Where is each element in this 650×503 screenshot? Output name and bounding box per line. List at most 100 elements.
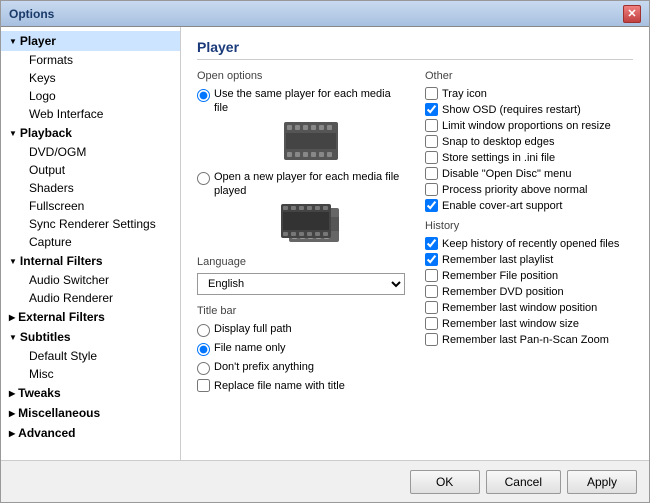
checkbox-disable-open-disc-option: Disable "Open Disc" menu	[425, 167, 633, 180]
checkbox-tray-icon-label: Tray icon	[442, 88, 487, 100]
checkbox-store-settings-label: Store settings in .ini file	[442, 152, 555, 164]
sidebar-group-label: Tweaks	[18, 386, 60, 400]
checkbox-remember-window-size[interactable]	[425, 317, 438, 330]
checkbox-show-osd-label: Show OSD (requires restart)	[442, 104, 581, 116]
checkbox-remember-file-position-label: Remember File position	[442, 270, 558, 282]
expand-icon: ▶	[9, 429, 15, 438]
sidebar-item-syncrenderer[interactable]: Sync Renderer Settings	[1, 215, 180, 233]
sidebar-group-label: Internal Filters	[20, 254, 103, 268]
history-section: History Keep history of recently opened …	[425, 220, 633, 346]
panel-title: Player	[197, 39, 633, 60]
radio-dont-prefix[interactable]	[197, 362, 210, 375]
checkbox-limit-window[interactable]	[425, 119, 438, 132]
checkbox-process-priority-label: Process priority above normal	[442, 184, 588, 196]
sidebar-group-label: Advanced	[18, 426, 75, 440]
sidebar-item-misc[interactable]: Misc	[1, 365, 180, 383]
radio-new-player[interactable]	[197, 172, 210, 185]
checkbox-process-priority[interactable]	[425, 183, 438, 196]
expand-icon: ▶	[9, 313, 15, 322]
radio-file-name-only-label: File name only	[214, 341, 286, 355]
sidebar-item-audiorenderer[interactable]: Audio Renderer	[1, 289, 180, 307]
sidebar-item-playback[interactable]: ▼ Playback	[1, 123, 180, 143]
checkbox-replace-filename[interactable]	[197, 379, 210, 392]
checkbox-tray-icon[interactable]	[425, 87, 438, 100]
checkbox-show-osd[interactable]	[425, 103, 438, 116]
checkbox-store-settings-option: Store settings in .ini file	[425, 151, 633, 164]
sidebar-item-output[interactable]: Output	[1, 161, 180, 179]
checkbox-remember-window-size-option: Remember last window size	[425, 317, 633, 330]
radio-display-full-path-option: Display full path	[197, 322, 405, 337]
other-label: Other	[425, 70, 633, 82]
checkbox-enable-cover-art-option: Enable cover-art support	[425, 199, 633, 212]
close-button[interactable]: ✕	[623, 5, 641, 23]
checkbox-tray-icon-option: Tray icon	[425, 87, 633, 100]
content-area: ▼ Player Formats Keys Logo Web Interface…	[1, 27, 649, 460]
sidebar-item-shaders[interactable]: Shaders	[1, 179, 180, 197]
checkbox-remember-playlist[interactable]	[425, 253, 438, 266]
sidebar: ▼ Player Formats Keys Logo Web Interface…	[1, 27, 181, 460]
sidebar-item-advanced[interactable]: ▶ Advanced	[1, 423, 180, 443]
sidebar-item-fullscreen[interactable]: Fullscreen	[1, 197, 180, 215]
checkbox-store-settings[interactable]	[425, 151, 438, 164]
media-icon-1	[217, 122, 405, 160]
radio-same-player[interactable]	[197, 89, 210, 102]
sidebar-item-logo[interactable]: Logo	[1, 87, 180, 105]
checkbox-keep-history-label: Keep history of recently opened files	[442, 238, 619, 250]
expand-icon: ▼	[9, 257, 17, 266]
cancel-button[interactable]: Cancel	[486, 470, 561, 494]
window-title: Options	[9, 7, 54, 21]
checkbox-remember-playlist-label: Remember last playlist	[442, 254, 553, 266]
sidebar-item-formats[interactable]: Formats	[1, 51, 180, 69]
checkbox-enable-cover-art[interactable]	[425, 199, 438, 212]
apply-button[interactable]: Apply	[567, 470, 637, 494]
sidebar-item-internalfilters[interactable]: ▼ Internal Filters	[1, 251, 180, 271]
radio-dont-prefix-option: Don't prefix anything	[197, 360, 405, 375]
checkbox-enable-cover-art-label: Enable cover-art support	[442, 200, 562, 212]
radio-same-player-option: Use the same player for each media file	[197, 87, 405, 116]
language-select[interactable]: English French German Spanish	[197, 273, 405, 295]
checkbox-remember-file-position[interactable]	[425, 269, 438, 282]
radio-file-name-only-option: File name only	[197, 341, 405, 356]
sidebar-item-dvdogm[interactable]: DVD/OGM	[1, 143, 180, 161]
expand-icon: ▼	[9, 333, 17, 342]
sidebar-item-defaultstyle[interactable]: Default Style	[1, 347, 180, 365]
checkbox-remember-window-position[interactable]	[425, 301, 438, 314]
checkbox-snap-desktop[interactable]	[425, 135, 438, 148]
checkbox-keep-history[interactable]	[425, 237, 438, 250]
main-panel: Player Open options Use the same player …	[181, 27, 649, 460]
sidebar-item-audioswitcher[interactable]: Audio Switcher	[1, 271, 180, 289]
sidebar-item-keys[interactable]: Keys	[1, 69, 180, 87]
history-label: History	[425, 220, 633, 232]
sidebar-item-webinterface[interactable]: Web Interface	[1, 105, 180, 123]
sidebar-group-label: Player	[20, 34, 56, 48]
left-column: Open options Use the same player for eac…	[197, 70, 405, 395]
sidebar-item-player[interactable]: ▼ Player	[1, 31, 180, 51]
checkbox-remember-file-position-option: Remember File position	[425, 269, 633, 282]
checkbox-show-osd-option: Show OSD (requires restart)	[425, 103, 633, 116]
checkbox-remember-pan-zoom-option: Remember last Pan-n-Scan Zoom	[425, 333, 633, 346]
media-icon-2	[217, 204, 405, 246]
sidebar-group-label: Miscellaneous	[18, 406, 100, 420]
checkbox-disable-open-disc[interactable]	[425, 167, 438, 180]
checkbox-remember-pan-zoom[interactable]	[425, 333, 438, 346]
sidebar-item-capture[interactable]: Capture	[1, 233, 180, 251]
radio-display-full-path[interactable]	[197, 324, 210, 337]
sidebar-item-subtitles[interactable]: ▼ Subtitles	[1, 327, 180, 347]
options-window: Options ✕ ▼ Player Formats Keys Logo Web…	[0, 0, 650, 503]
sidebar-item-tweaks[interactable]: ▶ Tweaks	[1, 383, 180, 403]
language-label: Language	[197, 256, 405, 268]
radio-file-name-only[interactable]	[197, 343, 210, 356]
film-strip-icon-2	[281, 204, 341, 246]
checkbox-remember-window-size-label: Remember last window size	[442, 318, 579, 330]
checkbox-remember-dvd-position[interactable]	[425, 285, 438, 298]
checkbox-remember-playlist-option: Remember last playlist	[425, 253, 633, 266]
checkbox-remember-dvd-position-label: Remember DVD position	[442, 286, 564, 298]
checkbox-disable-open-disc-label: Disable "Open Disc" menu	[442, 168, 571, 180]
sidebar-item-miscellaneous[interactable]: ▶ Miscellaneous	[1, 403, 180, 423]
film-strip-icon-1	[284, 122, 338, 160]
ok-button[interactable]: OK	[410, 470, 480, 494]
radio-same-player-label: Use the same player for each media file	[214, 87, 405, 116]
radio-display-full-path-label: Display full path	[214, 322, 292, 336]
two-col-layout: Open options Use the same player for eac…	[197, 70, 633, 395]
sidebar-item-externalfilters[interactable]: ▶ External Filters	[1, 307, 180, 327]
